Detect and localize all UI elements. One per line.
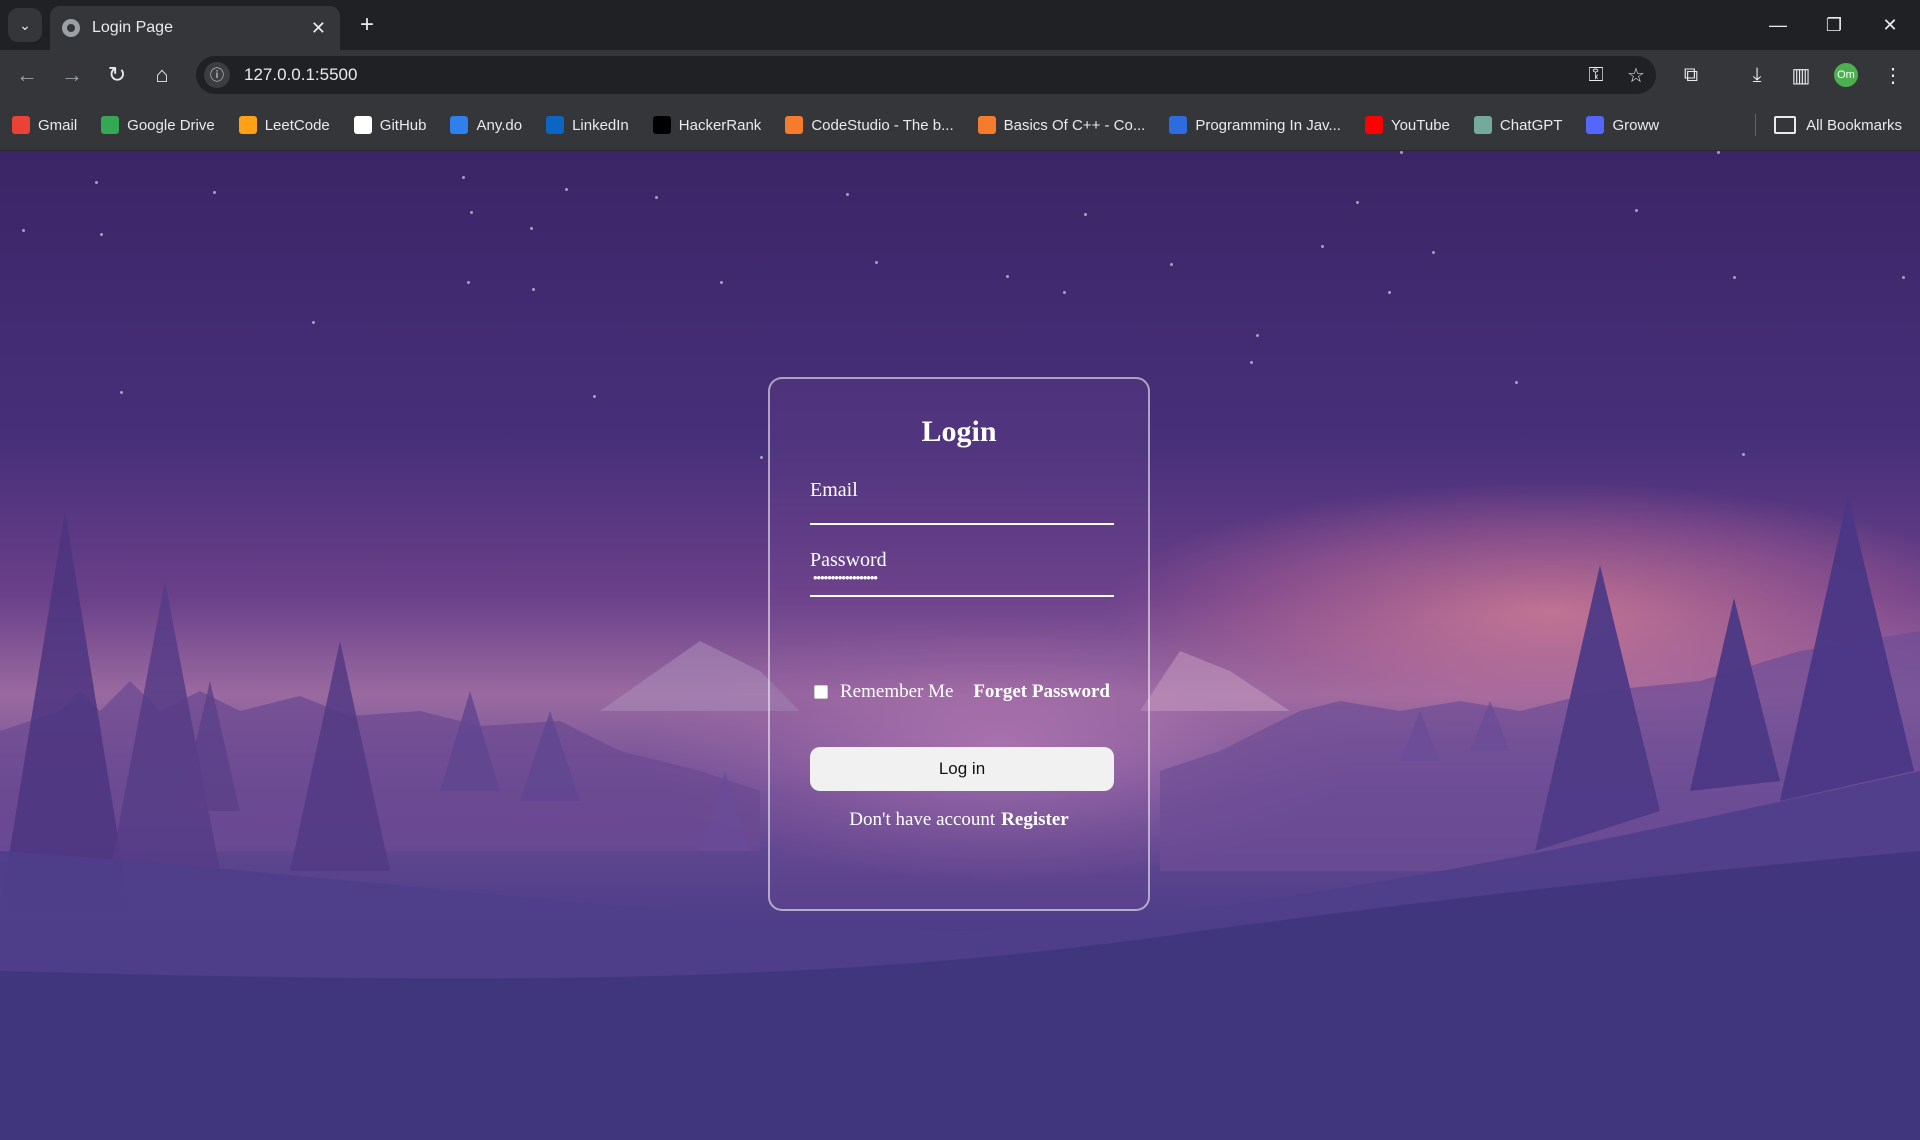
groww-icon [1586,116,1605,134]
tab-strip: ⌄ Login Page ✕ + — ❐ ✕ [0,0,1920,50]
bookmark-label: Gmail [38,116,78,134]
email-label: Email [810,479,858,501]
info-icon[interactable]: ⓘ [204,62,230,88]
folder-icon [1774,116,1797,134]
github-icon [353,116,372,134]
back-button[interactable]: ← [10,58,44,92]
bookmark-any-do[interactable]: Any.do [450,116,522,134]
bookmark-leetcode[interactable]: LeetCode [238,116,330,134]
password-value: •••••••••••••••••• [813,570,878,585]
bookmarks-bar: Gmail Google Drive LeetCode GitHub Any.do Lin… [0,100,1920,151]
bookmark-label: YouTube [1390,116,1450,134]
password-label: Password [810,549,887,571]
tab-search-button[interactable]: ⌄ [8,8,42,42]
bookmark-label: Programming In Jav... [1195,116,1341,134]
bookmark-chatgpt[interactable]: ChatGPT [1473,116,1563,134]
password-field[interactable]: Password •••••••••••••••••• [810,549,1114,597]
new-tab-button[interactable]: + [352,10,382,40]
home-button[interactable]: ⌂ [145,58,179,92]
bookmark-label: LeetCode [264,116,330,134]
bookmark-label: LinkedIn [572,116,629,134]
page-title: Login [921,415,997,448]
minimize-button[interactable]: — [1750,0,1806,50]
bookmark-groww[interactable]: Groww [1586,116,1659,134]
scaler-icon [1169,116,1188,134]
forgot-password-link[interactable]: Forget Password [973,681,1110,703]
remember-checkbox[interactable] [814,685,828,699]
remember-label: Remember Me [840,681,954,702]
key-icon[interactable]: ⚿ [1576,64,1616,87]
address-bar[interactable]: ⓘ 127.0.0.1:5500 ⚿ ☆ [196,56,1656,94]
browser-chrome: ⌄ Login Page ✕ + — ❐ ✕ ← → ↻ ⌂ ⓘ 127.0.0… [0,0,1920,151]
url-text[interactable]: 127.0.0.1:5500 [244,65,1576,85]
side-panel-icon[interactable]: ▥ [1784,58,1818,92]
bookmark-label: Any.do [476,116,523,134]
bookmark-hackerrank[interactable]: HackerRank [652,116,762,134]
codestudio-icon [977,116,996,134]
login-page-content: Login Email Password •••••••••••••••••• … [0,151,1920,1140]
all-bookmarks-label: All Bookmarks [1806,116,1902,134]
tab-login-page[interactable]: Login Page ✕ [50,6,340,50]
close-icon[interactable]: ✕ [311,18,326,39]
no-account-text: Don't have account [849,809,996,830]
codestudio-icon [785,116,804,134]
bookmark-label: GitHub [379,116,427,134]
forward-button[interactable]: → [55,58,89,92]
bookmark-programming-in-jav[interactable]: Programming In Jav... [1169,116,1341,134]
menu-icon[interactable]: ⋮ [1876,58,1910,92]
hackerrank-icon [652,116,671,134]
bookmark-label: CodeStudio - The b... [811,116,954,134]
bookmark-youtube[interactable]: YouTube [1364,116,1450,134]
tab-title: Login Page [92,19,173,36]
bookmark-label: Groww [1612,116,1660,134]
all-bookmarks-button[interactable]: All Bookmarks [1755,100,1902,150]
bookmark-google-drive[interactable]: Google Drive [101,116,215,134]
gmail-icon [12,116,30,134]
toolbar: ← → ↻ ⌂ ⓘ 127.0.0.1:5500 ⚿ ☆ ⧉ ⤓ ▥ Om ⋮ [0,50,1920,100]
bookmark-linkedin[interactable]: LinkedIn [546,116,629,134]
bookmark-label: Google Drive [127,116,215,134]
register-link[interactable]: Register [1001,809,1069,830]
leetcode-icon [238,116,257,134]
star-icon[interactable]: ☆ [1616,63,1656,88]
email-field[interactable]: Email [810,479,1114,525]
anydo-icon [450,116,469,134]
bookmark-label: HackerRank [678,116,762,134]
login-button[interactable]: Log in [810,747,1114,791]
download-icon[interactable]: ⤓ [1740,58,1774,92]
remember-me[interactable]: Remember Me [814,681,953,703]
reload-button[interactable]: ↻ [100,58,134,92]
bookmark-basics-of-c-co[interactable]: Basics Of C++ - Co... [977,116,1146,134]
bookmark-gmail[interactable]: Gmail [12,116,77,134]
login-card: Login Email Password •••••••••••••••••• … [768,377,1150,911]
linkedin-icon [546,116,565,134]
bookmark-label: Basics Of C++ - Co... [1003,116,1146,134]
bookmark-github[interactable]: GitHub [353,116,427,134]
google-drive-icon [101,116,120,134]
youtube-icon [1364,116,1383,134]
bookmark-codestudio-the-b[interactable]: CodeStudio - The b... [785,116,954,134]
extensions-icon[interactable]: ⧉ [1674,58,1708,92]
bookmark-label: ChatGPT [1499,116,1563,134]
register-prompt: Don't have account Register [770,809,1148,831]
avatar[interactable]: Om [1834,63,1858,87]
restore-button[interactable]: ❐ [1806,0,1862,50]
divider [1755,114,1757,136]
globe-icon [62,19,80,37]
chatgpt-icon [1473,116,1492,134]
close-window-button[interactable]: ✕ [1862,0,1918,50]
